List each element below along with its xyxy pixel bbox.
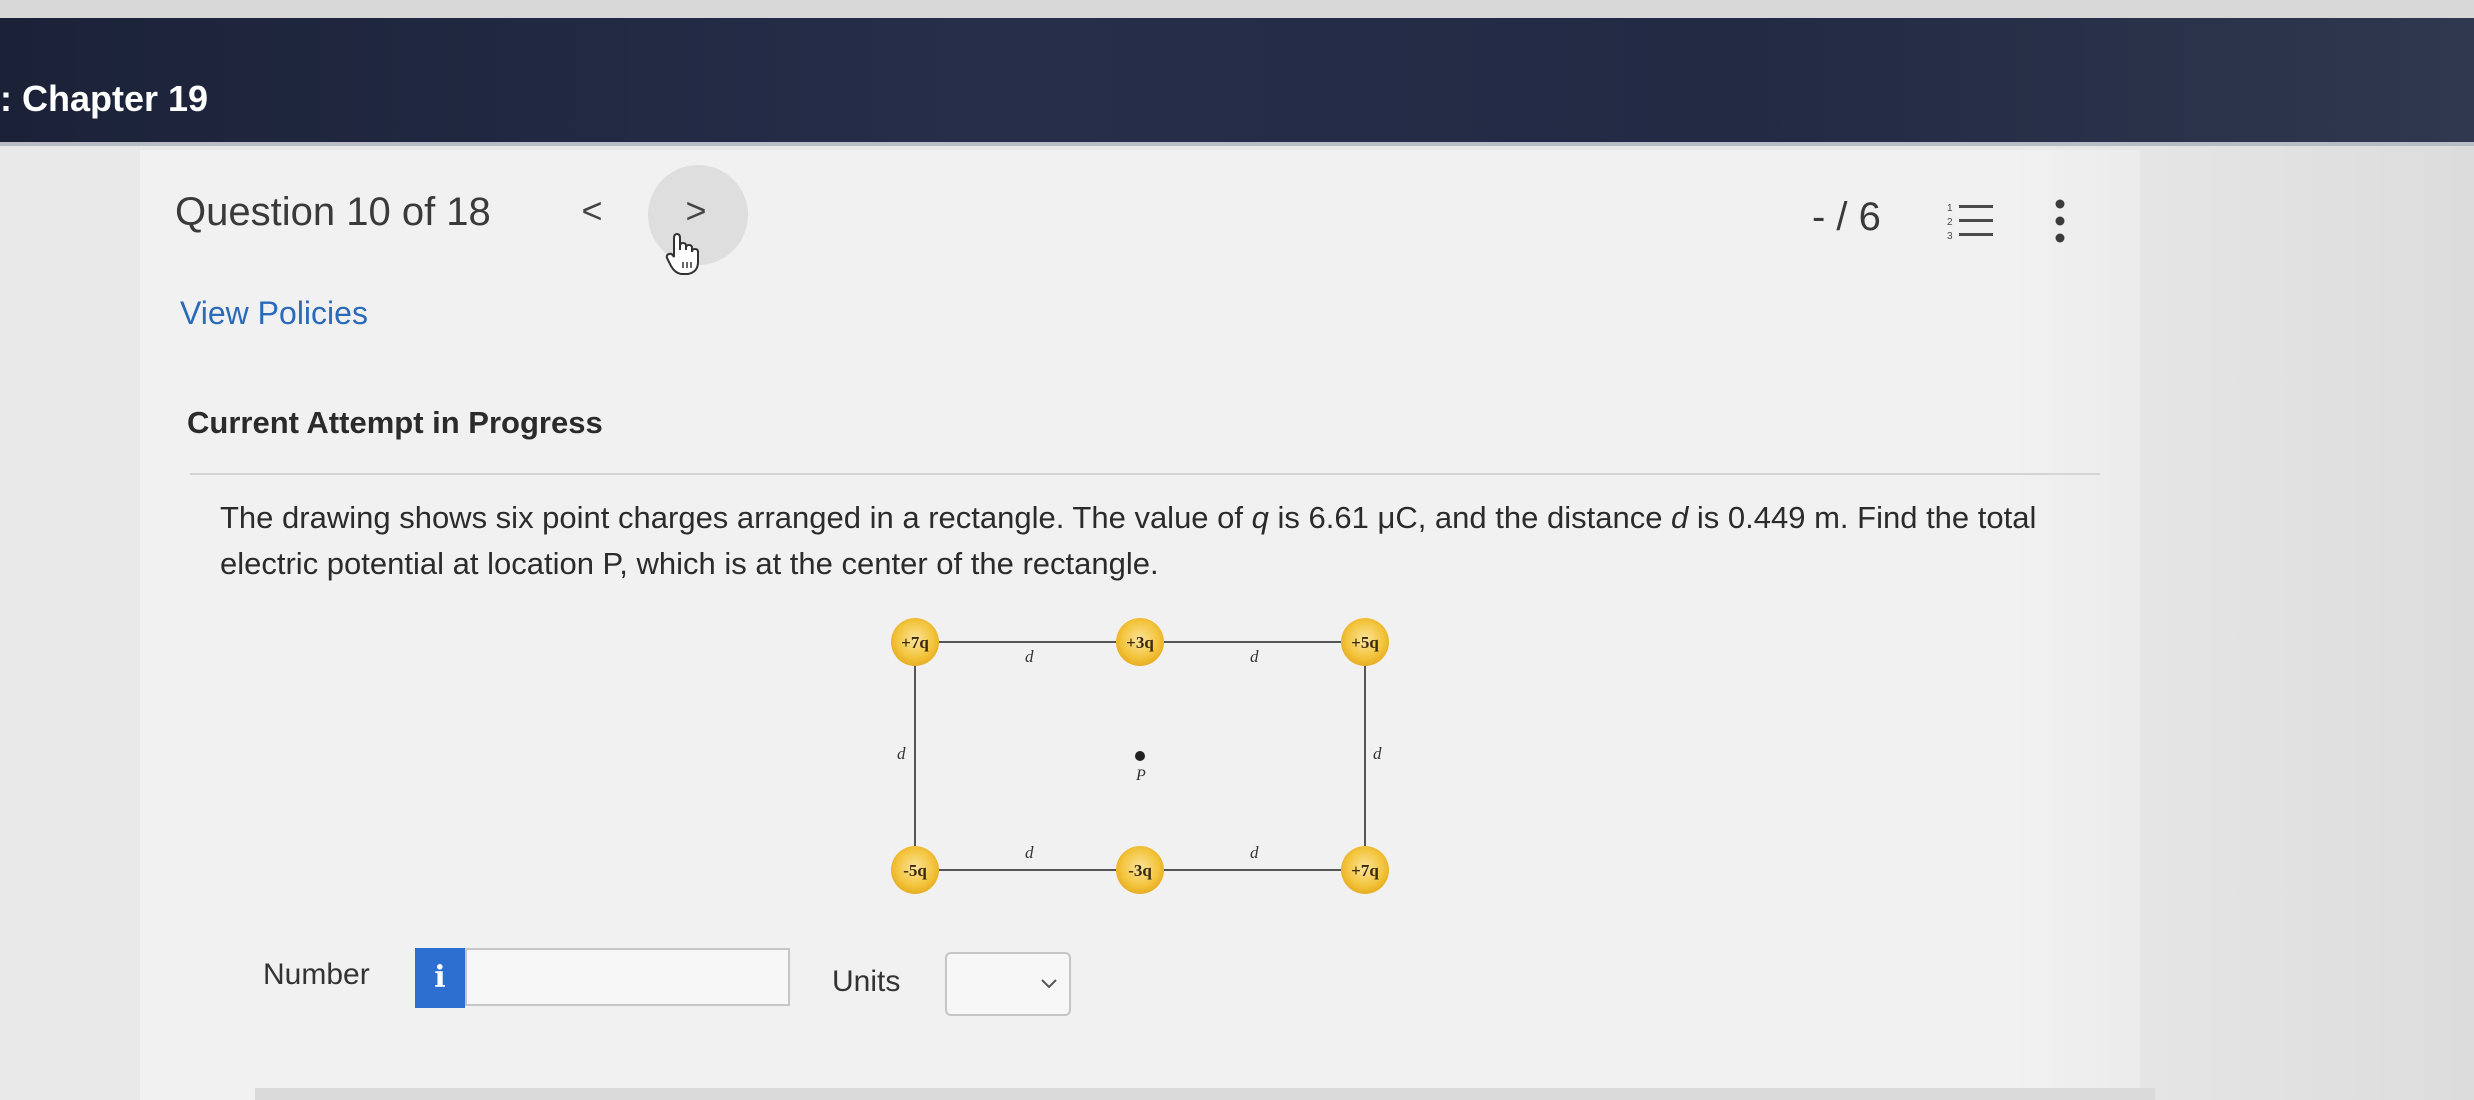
number-input[interactable]	[465, 948, 790, 1006]
previous-question-button[interactable]: <	[572, 190, 612, 240]
charge-bottom-middle: -3q	[1116, 846, 1164, 894]
bottom-edge	[255, 1088, 2155, 1100]
units-label: Units	[832, 965, 901, 998]
charge-bottom-left: -5q	[891, 846, 939, 894]
charge-label: +7q	[901, 633, 929, 652]
top-strip	[0, 0, 2474, 18]
charge-label: -3q	[1128, 861, 1152, 880]
distance-label-top-right: d	[1250, 647, 1259, 666]
numbered-list-icon[interactable]: 1 2 3	[1945, 200, 1995, 242]
chapter-title: : Chapter 19	[0, 78, 209, 119]
charge-diagram: d d d d d d P +7q +3q +5q -5q -3q +7q	[891, 618, 1389, 894]
more-vertical-icon[interactable]	[2050, 196, 2070, 246]
divider	[190, 473, 2100, 475]
question-text-part1: The drawing shows six point charges arra…	[220, 500, 1252, 535]
view-policies-link[interactable]: View Policies	[180, 295, 368, 332]
charge-top-left: +7q	[891, 618, 939, 666]
distance-label-top-left: d	[1025, 647, 1034, 666]
charge-top-middle: +3q	[1116, 618, 1164, 666]
background-shade	[2014, 146, 2474, 1100]
question-text-part2: is 6.61 μC, and the distance	[1268, 500, 1672, 535]
distance-label-left: d	[897, 744, 906, 763]
distance-label-bottom-right: d	[1250, 843, 1259, 862]
hand-cursor-icon	[665, 232, 699, 275]
charge-label: -5q	[903, 861, 927, 880]
number-label: Number	[263, 958, 370, 991]
question-score: - / 6	[1812, 195, 1881, 239]
distance-label-bottom-left: d	[1025, 843, 1034, 862]
center-point-label: P	[1135, 767, 1146, 784]
chevron-down-icon	[1041, 979, 1057, 989]
charge-bottom-right: +7q	[1341, 846, 1389, 894]
charge-label: +7q	[1351, 861, 1379, 880]
question-text: The drawing shows six point charges arra…	[220, 495, 2040, 587]
info-icon[interactable]: i	[415, 948, 465, 1008]
svg-text:2: 2	[1947, 217, 1953, 228]
center-point-p	[1135, 751, 1145, 761]
distance-label-right: d	[1373, 744, 1382, 763]
attempt-status: Current Attempt in Progress	[187, 405, 603, 440]
charge-label: +5q	[1351, 633, 1379, 652]
svg-text:3: 3	[1947, 231, 1953, 242]
charge-top-right: +5q	[1341, 618, 1389, 666]
svg-text:1: 1	[1947, 203, 1953, 214]
charge-label: +3q	[1126, 633, 1154, 652]
variable-d: d	[1671, 500, 1689, 535]
variable-q: q	[1251, 500, 1269, 535]
chapter-header: : Chapter 19	[0, 18, 2474, 146]
question-title: Question 10 of 18	[175, 190, 491, 234]
units-select[interactable]	[945, 952, 1071, 1016]
